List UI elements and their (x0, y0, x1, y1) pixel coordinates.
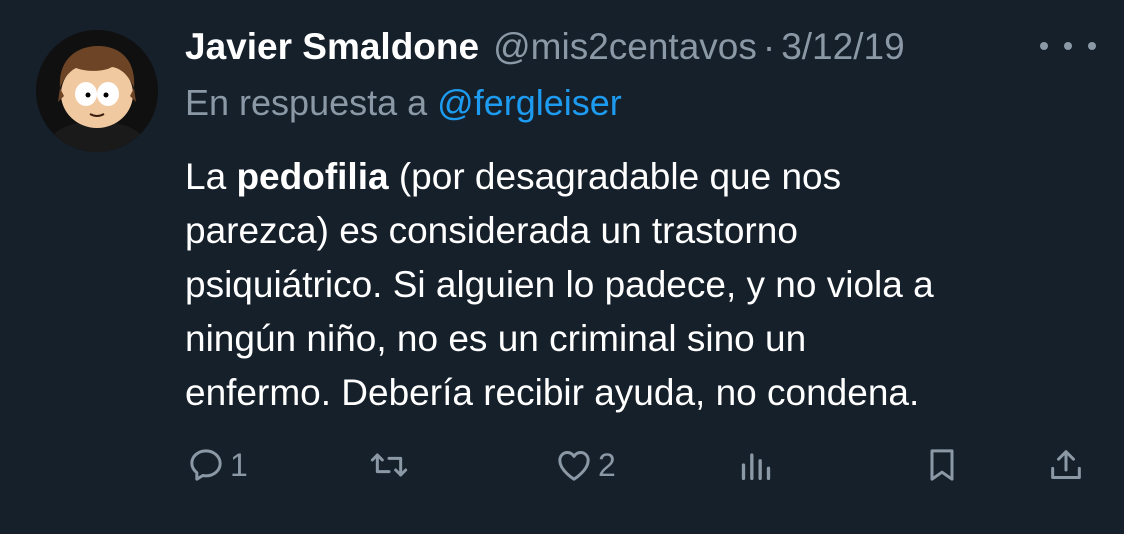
retweet-icon (370, 453, 408, 477)
tweet-date[interactable]: 3/12/19 (781, 26, 904, 68)
tweet-body-line-4: ningún niño, no es un criminal sino un (185, 318, 807, 359)
views-bar-chart-icon (741, 453, 771, 480)
heart-icon (558, 451, 590, 481)
like-button[interactable]: 2 (554, 440, 616, 490)
action-bar: 1 2 (0, 440, 1124, 490)
reply-context: En respuesta a @fergleiser (185, 82, 622, 124)
reply-count: 1 (230, 446, 248, 483)
tweet-body-line-2: parezca) es considerada un trastorno (185, 210, 798, 251)
tweet-body-line-3: psiquiátrico. Si alguien lo padece, y no… (185, 264, 934, 305)
tweet[interactable]: Javier Smaldone @mis2centavos · 3/12/19 … (0, 0, 1124, 534)
share-button[interactable] (1046, 440, 1086, 490)
views-button[interactable] (736, 440, 776, 490)
bookmark-icon (930, 449, 954, 481)
reply-mention-link[interactable]: @fergleiser (437, 82, 622, 123)
cartoon-avatar-image (36, 30, 158, 152)
body-text-fragment: (por desagradable que nos (398, 156, 842, 197)
tweet-body-line-5: enfermo. Debería recibir ayuda, no conde… (185, 372, 920, 413)
bookmark-button[interactable] (922, 440, 962, 490)
tweet-body: La pedofilia (por desagradable que nos p… (185, 150, 1085, 420)
share-upload-icon (1051, 450, 1081, 479)
author-handle[interactable]: @mis2centavos (493, 26, 757, 68)
tweet-header: Javier Smaldone @mis2centavos · 3/12/19 (185, 22, 905, 72)
author-name[interactable]: Javier Smaldone (185, 26, 479, 68)
like-count: 2 (598, 446, 616, 483)
reply-bubble-icon (190, 449, 222, 481)
separator-dot: · (762, 26, 776, 67)
avatar[interactable] (36, 30, 158, 152)
more-icon[interactable] (1040, 34, 1096, 58)
tweet-body-line-1: La pedofilia (por desagradable que nos (185, 150, 1085, 204)
reply-button[interactable]: 1 (186, 440, 248, 490)
body-word: La (185, 156, 227, 197)
retweet-button[interactable] (368, 440, 414, 490)
body-bold-word: pedofilia (236, 156, 389, 197)
reply-prefix: En respuesta a (185, 82, 428, 123)
